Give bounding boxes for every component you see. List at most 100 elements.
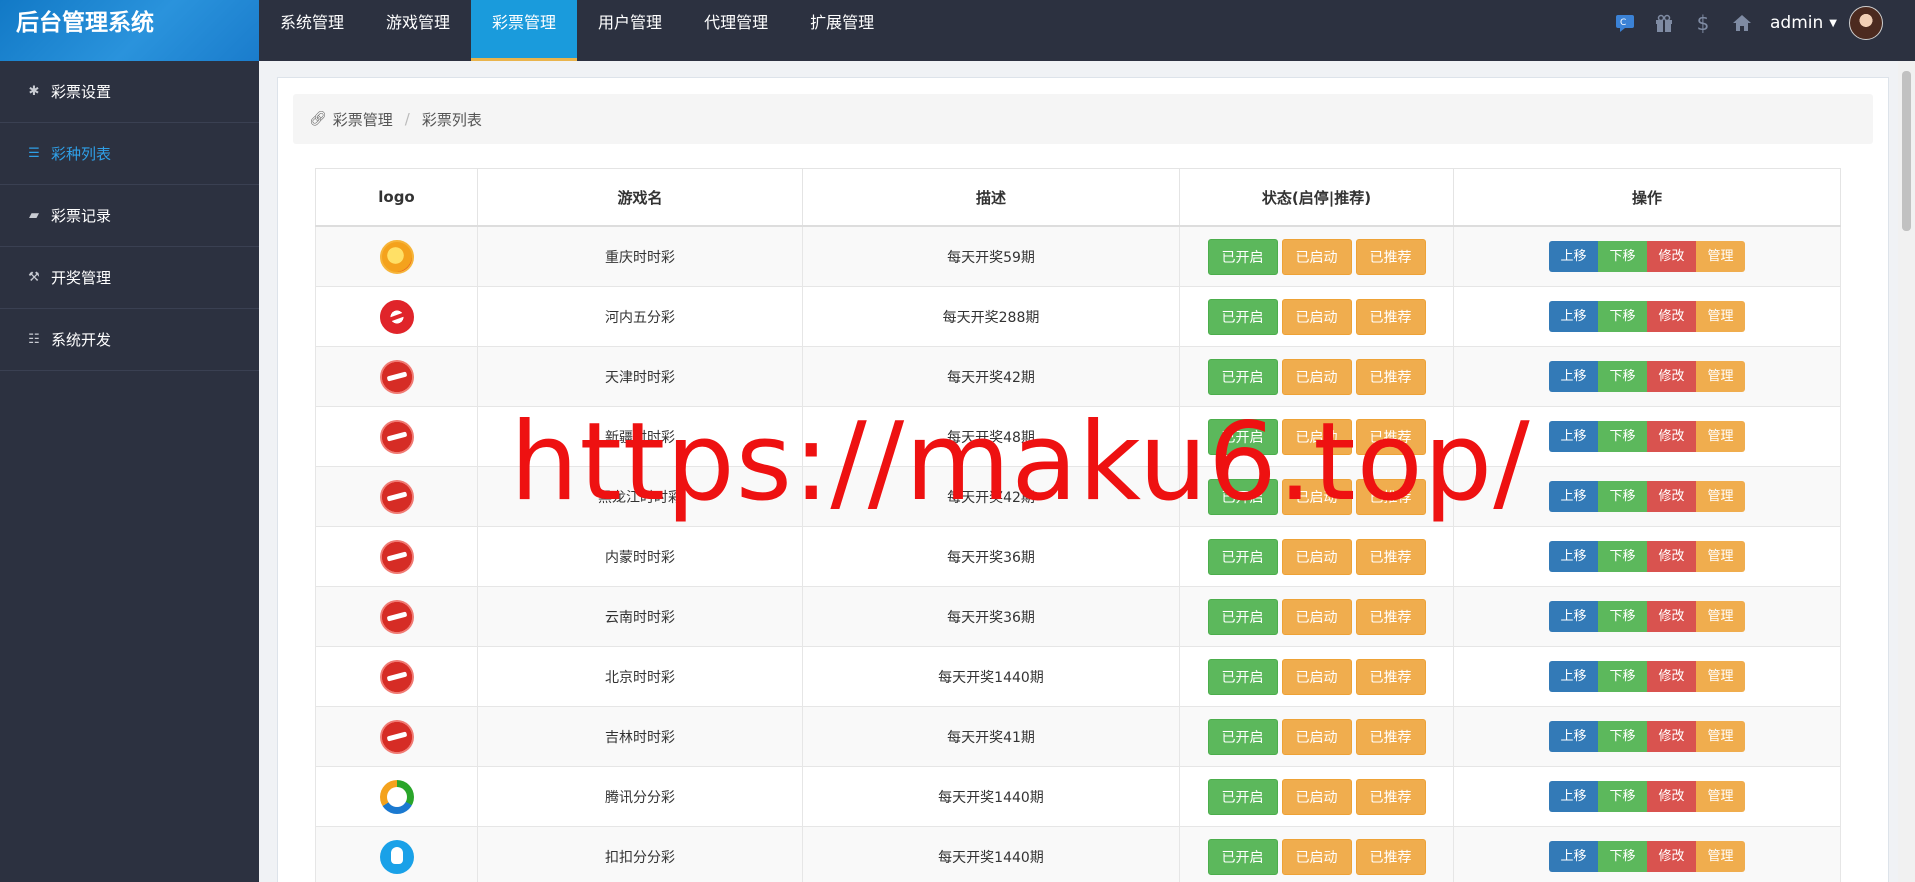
move-up-button[interactable]: 上移 (1549, 361, 1598, 392)
manage-button[interactable]: 管理 (1696, 421, 1745, 452)
enabled-button[interactable]: 已开启 (1207, 478, 1278, 515)
edit-button[interactable]: 修改 (1647, 601, 1696, 632)
move-up-button[interactable]: 上移 (1549, 481, 1598, 512)
enabled-button[interactable]: 已开启 (1207, 838, 1278, 875)
edit-button[interactable]: 修改 (1647, 841, 1696, 872)
manage-button[interactable]: 管理 (1696, 541, 1745, 572)
manage-button[interactable]: 管理 (1696, 481, 1745, 512)
user-menu[interactable]: admin (1770, 13, 1823, 33)
move-down-button[interactable]: 下移 (1598, 361, 1647, 392)
breadcrumb-parent[interactable]: 彩票管理 (333, 109, 393, 130)
manage-button[interactable]: 管理 (1696, 601, 1745, 632)
chat-icon[interactable]: C (1614, 12, 1636, 34)
edit-button[interactable]: 修改 (1647, 421, 1696, 452)
recommended-button[interactable]: 已推荐 (1355, 538, 1426, 575)
started-button[interactable]: 已启动 (1281, 238, 1352, 275)
started-button[interactable]: 已启动 (1281, 538, 1352, 575)
nav-item-5[interactable]: 扩展管理 (789, 0, 895, 61)
manage-button[interactable]: 管理 (1696, 361, 1745, 392)
sidebar-item-2[interactable]: ▰ 彩票记录 (0, 185, 259, 247)
enabled-button[interactable]: 已开启 (1207, 418, 1278, 455)
move-down-button[interactable]: 下移 (1598, 721, 1647, 752)
recommended-button[interactable]: 已推荐 (1355, 298, 1426, 335)
recommended-button[interactable]: 已推荐 (1355, 238, 1426, 275)
edit-button[interactable]: 修改 (1647, 781, 1696, 812)
manage-button[interactable]: 管理 (1696, 241, 1745, 272)
manage-button[interactable]: 管理 (1696, 781, 1745, 812)
started-button[interactable]: 已启动 (1281, 598, 1352, 635)
chevron-down-icon[interactable]: ▼ (1829, 18, 1837, 29)
home-icon[interactable] (1731, 12, 1753, 34)
enabled-button[interactable]: 已开启 (1207, 598, 1278, 635)
move-up-button[interactable]: 上移 (1549, 301, 1598, 332)
move-up-button[interactable]: 上移 (1549, 661, 1598, 692)
scrollbar-thumb[interactable] (1902, 71, 1911, 231)
recommended-button[interactable]: 已推荐 (1355, 418, 1426, 455)
manage-button[interactable]: 管理 (1696, 841, 1745, 872)
edit-button[interactable]: 修改 (1647, 241, 1696, 272)
avatar[interactable] (1849, 6, 1883, 40)
edit-button[interactable]: 修改 (1647, 361, 1696, 392)
move-up-button[interactable]: 上移 (1549, 241, 1598, 272)
move-up-button[interactable]: 上移 (1549, 541, 1598, 572)
enabled-button[interactable]: 已开启 (1207, 298, 1278, 335)
recommended-button[interactable]: 已推荐 (1355, 718, 1426, 755)
sidebar: ✱ 彩票设置 ☰ 彩种列表 ▰ 彩票记录 ⚒ 开奖管理 ☷ 系统开发 (0, 61, 259, 882)
sidebar-item-3[interactable]: ⚒ 开奖管理 (0, 247, 259, 309)
started-button[interactable]: 已启动 (1281, 838, 1352, 875)
edit-button[interactable]: 修改 (1647, 541, 1696, 572)
move-down-button[interactable]: 下移 (1598, 301, 1647, 332)
manage-button[interactable]: 管理 (1696, 721, 1745, 752)
edit-button[interactable]: 修改 (1647, 301, 1696, 332)
move-up-button[interactable]: 上移 (1549, 721, 1598, 752)
recommended-button[interactable]: 已推荐 (1355, 658, 1426, 695)
move-down-button[interactable]: 下移 (1598, 421, 1647, 452)
move-up-button[interactable]: 上移 (1549, 841, 1598, 872)
started-button[interactable]: 已启动 (1281, 478, 1352, 515)
recommended-button[interactable]: 已推荐 (1355, 598, 1426, 635)
edit-button[interactable]: 修改 (1647, 481, 1696, 512)
enabled-button[interactable]: 已开启 (1207, 238, 1278, 275)
gift-icon[interactable] (1653, 12, 1675, 34)
move-up-button[interactable]: 上移 (1549, 421, 1598, 452)
enabled-button[interactable]: 已开启 (1207, 778, 1278, 815)
nav-item-2[interactable]: 彩票管理 (471, 0, 578, 61)
edit-button[interactable]: 修改 (1647, 661, 1696, 692)
started-button[interactable]: 已启动 (1281, 778, 1352, 815)
recommended-button[interactable]: 已推荐 (1355, 478, 1426, 515)
nav-item-1[interactable]: 游戏管理 (365, 0, 471, 61)
started-button[interactable]: 已启动 (1281, 658, 1352, 695)
enabled-button[interactable]: 已开启 (1207, 658, 1278, 695)
nav-item-3[interactable]: 用户管理 (577, 0, 683, 61)
move-down-button[interactable]: 下移 (1598, 241, 1647, 272)
recommended-button[interactable]: 已推荐 (1355, 358, 1426, 395)
move-down-button[interactable]: 下移 (1598, 781, 1647, 812)
move-up-button[interactable]: 上移 (1549, 781, 1598, 812)
started-button[interactable]: 已启动 (1281, 718, 1352, 755)
dollar-icon[interactable]: $ (1692, 11, 1714, 35)
move-down-button[interactable]: 下移 (1598, 841, 1647, 872)
status-cell: 已开启 已启动 已推荐 (1179, 826, 1454, 882)
edit-button[interactable]: 修改 (1647, 721, 1696, 752)
move-down-button[interactable]: 下移 (1598, 481, 1647, 512)
started-button[interactable]: 已启动 (1281, 418, 1352, 455)
started-button[interactable]: 已启动 (1281, 298, 1352, 335)
enabled-button[interactable]: 已开启 (1207, 718, 1278, 755)
move-up-button[interactable]: 上移 (1549, 601, 1598, 632)
recommended-button[interactable]: 已推荐 (1355, 778, 1426, 815)
sidebar-item-4[interactable]: ☷ 系统开发 (0, 309, 259, 371)
nav-item-0[interactable]: 系统管理 (259, 0, 365, 61)
enabled-button[interactable]: 已开启 (1207, 358, 1278, 395)
move-down-button[interactable]: 下移 (1598, 661, 1647, 692)
nav-item-4[interactable]: 代理管理 (683, 0, 789, 61)
move-down-button[interactable]: 下移 (1598, 541, 1647, 572)
manage-button[interactable]: 管理 (1696, 301, 1745, 332)
enabled-button[interactable]: 已开启 (1207, 538, 1278, 575)
sidebar-item-0[interactable]: ✱ 彩票设置 (0, 61, 259, 123)
manage-button[interactable]: 管理 (1696, 661, 1745, 692)
scrollbar[interactable] (1898, 61, 1915, 882)
recommended-button[interactable]: 已推荐 (1355, 838, 1426, 875)
sidebar-item-1[interactable]: ☰ 彩种列表 (0, 123, 259, 185)
move-down-button[interactable]: 下移 (1598, 601, 1647, 632)
started-button[interactable]: 已启动 (1281, 358, 1352, 395)
